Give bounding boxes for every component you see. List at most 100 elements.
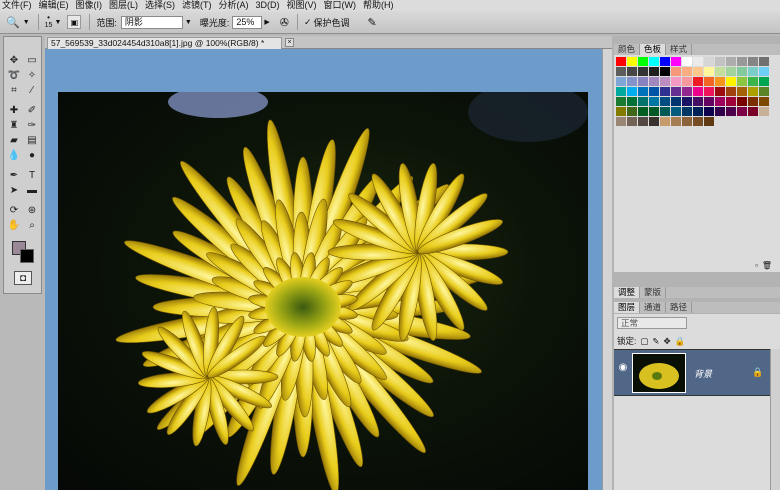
color-swatch[interactable] bbox=[638, 107, 648, 116]
color-swatch[interactable] bbox=[726, 107, 736, 116]
close-icon[interactable]: × bbox=[285, 38, 294, 47]
color-swatch[interactable] bbox=[638, 117, 648, 126]
color-swatch[interactable] bbox=[715, 77, 725, 86]
tab-masks[interactable]: 蒙版 bbox=[640, 287, 667, 298]
pen-tool-icon[interactable]: ✒ bbox=[6, 168, 22, 182]
color-swatch[interactable] bbox=[682, 67, 692, 76]
color-swatch[interactable] bbox=[627, 57, 637, 66]
color-swatch[interactable] bbox=[759, 87, 769, 96]
range-select[interactable]: 阴影 bbox=[120, 15, 183, 29]
color-swatch[interactable] bbox=[627, 97, 637, 106]
layer-row-background[interactable]: ◉ 背景 🔒 bbox=[614, 349, 770, 396]
color-swatch[interactable] bbox=[616, 67, 626, 76]
color-swatch[interactable] bbox=[737, 57, 747, 66]
eyedropper-icon[interactable]: ⁄ bbox=[24, 83, 40, 97]
color-swatch[interactable] bbox=[627, 87, 637, 96]
menu-item[interactable]: 视图(V) bbox=[287, 0, 324, 11]
menu-item[interactable]: 编辑(E) bbox=[39, 0, 76, 11]
quick-mask-icon[interactable]: ◘ bbox=[14, 271, 32, 285]
color-swatch[interactable] bbox=[638, 57, 648, 66]
color-swatch[interactable] bbox=[726, 77, 736, 86]
color-swatch[interactable] bbox=[627, 117, 637, 126]
color-swatch[interactable] bbox=[737, 87, 747, 96]
menu-item[interactable]: 窗口(W) bbox=[324, 0, 364, 11]
lock-position-icon[interactable]: ✥ bbox=[664, 336, 671, 347]
menu-item[interactable]: 3D(D) bbox=[256, 0, 287, 11]
color-swatch[interactable] bbox=[704, 107, 714, 116]
menu-item[interactable]: 图层(L) bbox=[109, 0, 145, 11]
chevron-down-icon[interactable]: ▼ bbox=[54, 19, 61, 26]
tab-layers[interactable]: 图层 bbox=[614, 302, 641, 313]
color-swatch[interactable] bbox=[693, 57, 703, 66]
color-swatch[interactable] bbox=[649, 77, 659, 86]
color-swatch[interactable] bbox=[737, 67, 747, 76]
color-swatch[interactable] bbox=[715, 57, 725, 66]
eye-icon[interactable]: ◉ bbox=[616, 362, 630, 376]
type-tool-icon[interactable]: T bbox=[24, 168, 40, 182]
color-swatch[interactable] bbox=[748, 77, 758, 86]
color-swatch[interactable] bbox=[737, 77, 747, 86]
lock-all-icon[interactable]: 🔒 bbox=[675, 336, 686, 347]
color-swatch[interactable] bbox=[737, 107, 747, 116]
menu-item[interactable]: 分析(A) bbox=[219, 0, 256, 11]
color-swatch[interactable] bbox=[726, 87, 736, 96]
color-swatch[interactable] bbox=[660, 97, 670, 106]
color-swatch[interactable] bbox=[616, 57, 626, 66]
color-swatch[interactable] bbox=[682, 107, 692, 116]
color-swatch[interactable] bbox=[660, 57, 670, 66]
color-swatch[interactable] bbox=[759, 97, 769, 106]
color-swatch[interactable] bbox=[737, 97, 747, 106]
dodge-tool-icon[interactable]: ● bbox=[24, 148, 40, 162]
clone-stamp-icon[interactable]: ♜ bbox=[6, 118, 22, 132]
color-swatch[interactable] bbox=[682, 87, 692, 96]
color-swatch[interactable] bbox=[649, 67, 659, 76]
color-swatch[interactable] bbox=[649, 107, 659, 116]
color-swatch[interactable] bbox=[638, 77, 648, 86]
lasso-tool-icon[interactable]: ➰ bbox=[6, 68, 22, 82]
color-swatch[interactable] bbox=[759, 107, 769, 116]
lock-pixels-icon[interactable]: ✎ bbox=[652, 336, 659, 347]
color-swatch[interactable] bbox=[660, 117, 670, 126]
color-swatch[interactable] bbox=[715, 97, 725, 106]
color-swatch[interactable] bbox=[682, 77, 692, 86]
color-swatch[interactable] bbox=[649, 87, 659, 96]
blur-tool-icon[interactable]: 💧 bbox=[6, 148, 22, 162]
color-swatch[interactable] bbox=[660, 87, 670, 96]
document-scrollbar[interactable] bbox=[602, 49, 612, 490]
menu-item[interactable]: 图像(I) bbox=[76, 0, 110, 11]
color-swatch[interactable] bbox=[715, 87, 725, 96]
color-swatch[interactable] bbox=[682, 57, 692, 66]
background-color-swatch[interactable] bbox=[20, 249, 34, 263]
trash-icon[interactable]: 🗑 bbox=[762, 261, 772, 270]
3d-orbit-icon[interactable]: ⊛ bbox=[24, 203, 40, 217]
chevron-down-icon[interactable]: ▼ bbox=[185, 19, 192, 26]
tab-color[interactable]: 颜色 bbox=[614, 44, 641, 55]
color-swatch[interactable] bbox=[649, 97, 659, 106]
color-swatch[interactable] bbox=[671, 57, 681, 66]
color-swatch[interactable] bbox=[671, 107, 681, 116]
layers-scrollbar[interactable] bbox=[770, 349, 780, 490]
color-swatch[interactable] bbox=[693, 67, 703, 76]
color-swatch[interactable] bbox=[759, 67, 769, 76]
history-brush-icon[interactable]: ✑ bbox=[24, 118, 40, 132]
arrow-right-icon[interactable]: ▶ bbox=[264, 18, 269, 26]
color-swatch[interactable] bbox=[748, 107, 758, 116]
color-swatch[interactable] bbox=[693, 87, 703, 96]
color-swatch[interactable] bbox=[682, 117, 692, 126]
color-swatch[interactable] bbox=[726, 67, 736, 76]
color-swatch[interactable] bbox=[616, 97, 626, 106]
color-swatch[interactable] bbox=[693, 97, 703, 106]
color-swatch[interactable] bbox=[671, 97, 681, 106]
color-swatch[interactable] bbox=[704, 97, 714, 106]
eraser-icon[interactable]: ▰ bbox=[6, 133, 22, 147]
color-swatch[interactable] bbox=[671, 77, 681, 86]
color-swatch[interactable] bbox=[693, 77, 703, 86]
color-swatch[interactable] bbox=[704, 77, 714, 86]
hand-tool-icon[interactable]: ✋ bbox=[6, 218, 22, 232]
exposure-input[interactable]: 25% bbox=[232, 15, 263, 29]
color-swatch[interactable] bbox=[748, 87, 758, 96]
tab-adjustments[interactable]: 调整 bbox=[614, 287, 641, 298]
color-swatch[interactable] bbox=[726, 57, 736, 66]
color-swatch[interactable] bbox=[682, 97, 692, 106]
protect-tones-checkbox[interactable]: ✓ bbox=[304, 17, 312, 28]
